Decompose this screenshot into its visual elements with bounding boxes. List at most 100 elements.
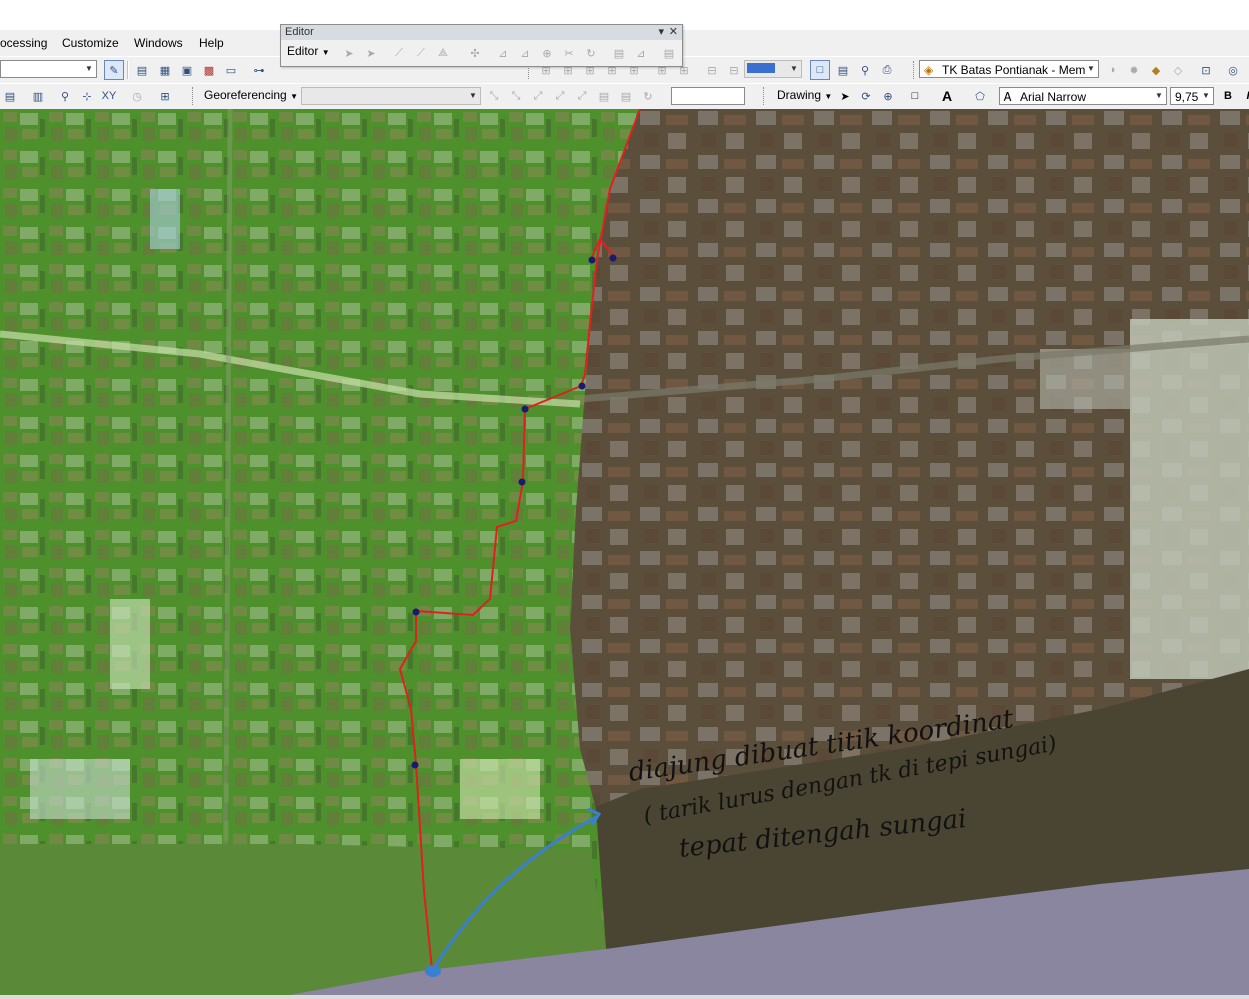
georef-tool-icon[interactable]: ⤡: [506, 86, 526, 106]
georef-table-icon[interactable]: ▤: [594, 86, 614, 106]
edit-tool-icon[interactable]: ⊟: [702, 60, 722, 80]
georef-input[interactable]: [671, 87, 745, 105]
toolbar-grip[interactable]: [763, 87, 768, 105]
model-builder-icon[interactable]: ⊶: [249, 60, 269, 80]
sketch-properties-icon[interactable]: ⊿: [631, 43, 651, 63]
georef-tool-icon[interactable]: ⤢: [550, 86, 570, 106]
page-icon[interactable]: ▤: [833, 60, 853, 80]
zoom-whole-page-icon[interactable]: ⊕: [878, 86, 898, 106]
vertex-marker[interactable]: [518, 478, 526, 486]
adjust-icon[interactable]: ◑: [1102, 60, 1122, 80]
editor-toolbar-toggle-icon[interactable]: ✎: [104, 60, 124, 80]
vertex-marker[interactable]: [588, 256, 596, 264]
toolbar-grip[interactable]: [913, 61, 918, 79]
menu-customize[interactable]: Customize: [62, 36, 119, 50]
rotate-element-icon[interactable]: ⟳: [856, 86, 876, 106]
font-size-value: 9,75: [1175, 90, 1199, 104]
bold-button[interactable]: B: [1218, 86, 1238, 106]
layer-icon: ◈: [924, 63, 934, 77]
drawing-menu[interactable]: Drawing ▼: [777, 88, 832, 102]
editor-window-titlebar[interactable]: Editor ▾ ✕: [281, 25, 682, 40]
edit-tool-icon[interactable]: ⊟: [724, 60, 744, 80]
chevron-down-icon: ▼: [321, 48, 330, 57]
vertex-marker[interactable]: [412, 608, 420, 616]
edit-annotation-icon[interactable]: ➤: [361, 43, 381, 63]
grid-icon[interactable]: ⊡: [1196, 60, 1216, 80]
chevron-down-icon: ▼: [1202, 91, 1210, 100]
table-of-contents-icon[interactable]: ▤: [132, 60, 152, 80]
editor-toolbar-window[interactable]: Editor ▾ ✕ Editor ▼ ➤ ➤ ⟋ ⟋ ⟁ ✣ ⊿ ⊿ ⊕ ✂ …: [280, 24, 683, 67]
catalog-icon[interactable]: ▦: [155, 60, 175, 80]
create-features-icon[interactable]: ▤: [659, 43, 679, 63]
eraser-icon[interactable]: ◇: [1168, 60, 1188, 80]
separator: [127, 61, 129, 79]
rectangle-icon[interactable]: □: [905, 86, 925, 106]
building: [30, 759, 130, 819]
binoculars-icon[interactable]: ⚲: [855, 60, 875, 80]
create-viewer-icon[interactable]: ⊞: [155, 86, 175, 106]
font-name-combo[interactable]: Ꭺ Arial Narrow ▼: [999, 87, 1167, 105]
globe-icon[interactable]: ◎: [1223, 60, 1243, 80]
building: [150, 189, 180, 249]
vertex-marker[interactable]: [578, 382, 586, 390]
find-route-icon[interactable]: ⊹: [77, 86, 97, 106]
edit-vertices-icon[interactable]: ⬠: [970, 86, 990, 106]
georeferencing-menu[interactable]: Georeferencing ▼: [204, 88, 298, 102]
split-tool-icon[interactable]: ⊕: [537, 43, 557, 63]
vertex-marker[interactable]: [609, 254, 617, 262]
edit-vertices-icon[interactable]: ✣: [465, 43, 485, 63]
georef-tool-icon[interactable]: ⤢: [572, 86, 592, 106]
menu-geoprocessing[interactable]: ocessing: [0, 36, 47, 50]
text-tool-icon[interactable]: A: [937, 86, 957, 106]
identify-icon[interactable]: ▤: [0, 86, 20, 106]
search-window-icon[interactable]: ▣: [177, 60, 197, 80]
edit-tool-icon[interactable]: ➤: [339, 43, 359, 63]
arctoolbox-icon[interactable]: ▩: [199, 60, 219, 80]
vertex-marker[interactable]: [411, 761, 419, 769]
straight-segment-icon[interactable]: ⟋: [389, 43, 409, 63]
trace-icon[interactable]: ⟁: [433, 43, 453, 63]
georef-tool-icon[interactable]: ⤡: [484, 86, 504, 106]
georef-tool-icon[interactable]: ⤢: [528, 86, 548, 106]
window-menu-icon[interactable]: ▾: [658, 25, 664, 40]
vertex-marker[interactable]: [521, 405, 529, 413]
editor-menu-button[interactable]: Editor ▼: [287, 44, 330, 58]
georeferencing-label: Georeferencing: [204, 88, 287, 102]
map-svg: diajung dibuat titik koordinat ( tarik l…: [0, 109, 1249, 995]
print-icon[interactable]: ⎙: [877, 60, 897, 80]
attributes-icon[interactable]: ▤: [609, 43, 629, 63]
rotate-icon[interactable]: ↻: [638, 86, 658, 106]
font-icon: Ꭺ: [1004, 90, 1013, 104]
close-icon[interactable]: ✕: [669, 25, 678, 40]
measure-icon[interactable]: ▥: [28, 86, 48, 106]
toolbar-grip[interactable]: [192, 87, 197, 105]
building: [460, 759, 540, 819]
rotate-icon[interactable]: ↻: [581, 43, 601, 63]
chevron-down-icon: ▼: [85, 64, 93, 73]
italic-button[interactable]: I: [1238, 86, 1249, 106]
text-tool-label: A: [941, 88, 953, 104]
find-binoculars-icon[interactable]: ⚲: [55, 86, 75, 106]
cut-polygons-icon[interactable]: ⊿: [515, 43, 535, 63]
menu-windows[interactable]: Windows: [134, 36, 183, 50]
color-combo[interactable]: ▼: [744, 60, 802, 78]
georef-layer-combo[interactable]: ▼: [301, 87, 481, 105]
map-canvas[interactable]: diajung dibuat titik koordinat ( tarik l…: [0, 109, 1249, 995]
menu-help[interactable]: Help: [199, 36, 224, 50]
end-point-arc-icon[interactable]: ⟋: [411, 43, 431, 63]
select-elements-icon[interactable]: ➤: [835, 86, 855, 106]
layer-combo[interactable]: ◈ TK Batas Pontianak - Mem ▼: [919, 60, 1099, 78]
font-size-combo[interactable]: 9,75 ▼: [1170, 87, 1214, 105]
layout-view-icon[interactable]: □: [810, 60, 830, 80]
go-to-xy-icon[interactable]: XY: [99, 86, 119, 106]
tag-icon[interactable]: ◆: [1146, 60, 1166, 80]
georef-table-icon[interactable]: ▤: [616, 86, 636, 106]
scale-combo[interactable]: ▼: [0, 60, 97, 78]
drawing-label: Drawing: [777, 88, 822, 102]
time-slider-icon[interactable]: ◷: [127, 86, 147, 106]
python-window-icon[interactable]: ▭: [221, 60, 241, 80]
reshape-icon[interactable]: ⊿: [493, 43, 513, 63]
split-icon[interactable]: ✂: [559, 43, 579, 63]
chevron-down-icon: ▼: [824, 92, 833, 101]
sun-icon[interactable]: ✹: [1124, 60, 1144, 80]
